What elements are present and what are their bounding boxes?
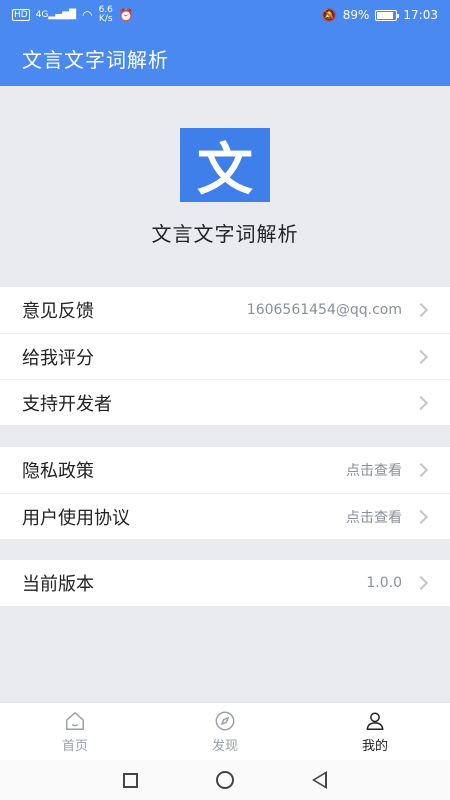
settings-group-feedback: 意见反馈 1606561454@qq.com 给我评分 支持开发者 bbox=[0, 287, 450, 425]
home-button[interactable] bbox=[216, 771, 234, 789]
page-title: 文言文字词解析 bbox=[22, 47, 169, 72]
feedback-email: 1606561454@qq.com bbox=[246, 302, 402, 318]
bottom-tab-bar: 首页 发现 我的 bbox=[0, 702, 450, 761]
chevron-right-icon bbox=[413, 349, 429, 364]
menu-item-rate[interactable]: 给我评分 bbox=[0, 333, 450, 379]
chevron-right-icon bbox=[413, 395, 429, 410]
app-bar: 文言文字词解析 bbox=[0, 30, 450, 86]
menu-item-label: 给我评分 bbox=[22, 347, 94, 369]
tab-label: 首页 bbox=[61, 739, 88, 754]
recent-apps-button[interactable] bbox=[123, 772, 138, 788]
menu-item-label: 用户使用协议 bbox=[22, 507, 130, 529]
app-logo: 文 bbox=[180, 128, 270, 203]
chevron-right-icon bbox=[413, 509, 429, 524]
back-button[interactable] bbox=[312, 771, 327, 789]
wifi-icon: ◠ bbox=[82, 8, 93, 22]
clock: 17:03 bbox=[403, 8, 438, 22]
battery-percent: 89% bbox=[342, 8, 370, 22]
menu-item-user-agreement[interactable]: 用户使用协议 点击查看 bbox=[0, 493, 450, 539]
menu-item-label: 隐私政策 bbox=[22, 461, 94, 482]
menu-item-label: 当前版本 bbox=[22, 574, 94, 595]
speed-unit: K/s bbox=[98, 14, 113, 24]
settings-group-version: 当前版本 1.0.0 bbox=[0, 560, 450, 606]
signal-icon: 4G▂▄▆█ bbox=[35, 10, 77, 20]
tab-label: 发现 bbox=[211, 739, 238, 754]
menu-item-value: 点击查看 bbox=[346, 509, 402, 526]
user-icon bbox=[366, 712, 384, 730]
status-bar: HD 4G▂▄▆█ ◠ 6.6 K/s ⏰ 🔕 89% 17:03 bbox=[0, 0, 450, 30]
tab-home[interactable]: 首页 bbox=[0, 703, 150, 761]
menu-item-feedback[interactable]: 意见反馈 1606561454@qq.com bbox=[0, 287, 450, 333]
tab-discover[interactable]: 发现 bbox=[150, 703, 300, 761]
tab-label: 我的 bbox=[361, 739, 388, 754]
version-number: 1.0.0 bbox=[366, 575, 402, 591]
network-speed: 6.6 K/s bbox=[99, 6, 113, 24]
compass-icon bbox=[215, 711, 235, 731]
chevron-right-icon bbox=[413, 462, 429, 478]
status-left: HD 4G▂▄▆█ ◠ 6.6 K/s ⏰ bbox=[12, 6, 134, 24]
app-info-header: 文 文言文字词解析 bbox=[0, 86, 450, 286]
network-type: HD bbox=[12, 9, 30, 21]
battery-fill bbox=[377, 11, 394, 19]
logo-char: 文 bbox=[197, 136, 253, 203]
settings-group-legal: 隐私政策 点击查看 用户使用协议 点击查看 bbox=[0, 447, 450, 539]
mute-icon: 🔕 bbox=[321, 8, 337, 22]
app-name: 文言文字词解析 bbox=[151, 222, 299, 246]
menu-item-label: 支持开发者 bbox=[22, 393, 112, 415]
menu-item-support-developer[interactable]: 支持开发者 bbox=[0, 379, 450, 425]
menu-item-label: 意见反馈 bbox=[22, 301, 94, 322]
alarm-icon: ⏰ bbox=[118, 8, 134, 22]
menu-item-value: 点击查看 bbox=[346, 463, 402, 479]
menu-item-privacy-policy[interactable]: 隐私政策 点击查看 bbox=[0, 447, 450, 493]
battery-icon bbox=[375, 9, 400, 21]
home-icon bbox=[66, 712, 84, 730]
menu-item-version[interactable]: 当前版本 1.0.0 bbox=[0, 560, 450, 606]
chevron-right-icon bbox=[413, 302, 429, 318]
signal-label: 4G bbox=[35, 10, 49, 20]
status-right: 🔕 89% 17:03 bbox=[322, 8, 438, 22]
chevron-right-icon bbox=[413, 575, 429, 591]
system-navigation-bar bbox=[0, 760, 450, 800]
tab-mine[interactable]: 我的 bbox=[300, 703, 450, 761]
